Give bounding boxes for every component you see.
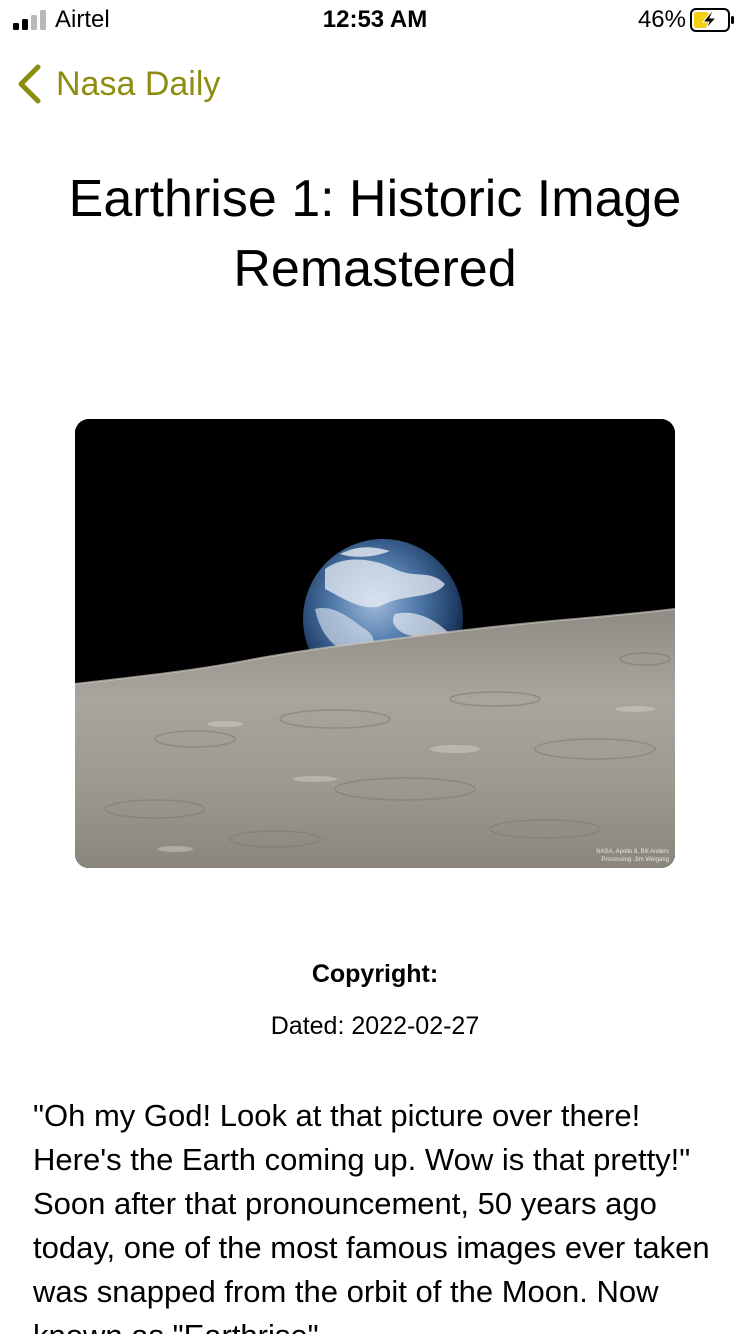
article-explanation: "Oh my God! Look at that picture over th…: [33, 1098, 710, 1334]
earthrise-image[interactable]: NASA, Apollo 8, Bill Anders Processing: …: [75, 419, 675, 868]
copyright-label: Copyright:: [311, 960, 439, 988]
battery-charging-icon: [690, 8, 734, 32]
image-credit: NASA, Apollo 8, Bill Anders Processing: …: [596, 849, 669, 863]
screen: Airtel 12:53 AM 46% Nasa Daily Earthrise…: [0, 0, 750, 1334]
back-button-label: Nasa Daily: [56, 65, 221, 103]
chevron-left-icon: [18, 64, 41, 104]
status-bar: Airtel 12:53 AM 46%: [0, 0, 750, 40]
battery-percentage: 46%: [637, 6, 686, 33]
back-button[interactable]: Nasa Daily: [16, 62, 220, 106]
article-title: Earthrise 1: Historic Image Remastered: [68, 170, 682, 298]
date-label: Dated: 2022-02-27: [270, 1012, 480, 1040]
